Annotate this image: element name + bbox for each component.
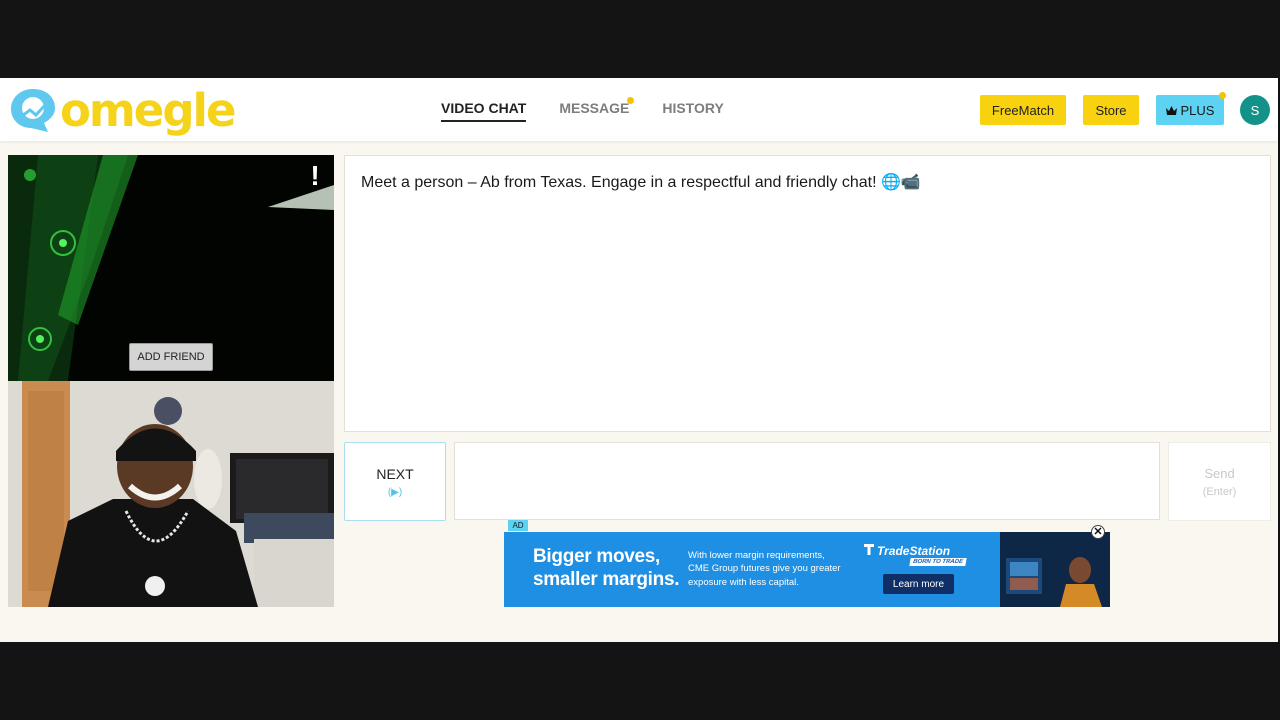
tab-history[interactable]: HISTORY — [662, 100, 723, 122]
next-label: NEXT — [376, 465, 414, 482]
ad-close-icon[interactable]: ✕ — [1091, 525, 1105, 539]
send-button[interactable]: Send (Enter) — [1168, 442, 1271, 521]
ad-body: With lower margin requirements, CME Grou… — [688, 549, 841, 589]
ad-body-line-1: With lower margin requirements, — [688, 550, 825, 561]
chat-log: Meet a person – Ab from Texas. Engage in… — [344, 155, 1271, 432]
ad-headline-line-2: smaller margins. — [533, 568, 680, 590]
add-friend-button[interactable]: ADD FRIEND — [129, 343, 213, 371]
message-notification-dot — [627, 97, 635, 104]
next-shortcut-hint: (▶) — [387, 486, 403, 498]
stranger-video: ! ADD FRIEND — [8, 155, 334, 381]
logo[interactable]: omegle — [8, 83, 236, 137]
ad-tag: AD — [508, 520, 528, 531]
send-shortcut-hint: (Enter) — [1202, 485, 1237, 498]
send-label: Send — [1204, 465, 1235, 481]
ad-body-line-2: CME Group futures give you greater — [688, 563, 841, 575]
ad-body-line-3: exposure with less capital. — [688, 576, 799, 588]
store-button[interactable]: Store — [1083, 95, 1139, 125]
message-input[interactable] — [454, 442, 1160, 520]
omegle-app: omegle VIDEO CHAT MESSAGE HISTORY FreeMa… — [0, 78, 1278, 642]
self-video — [8, 381, 334, 607]
ad-banner[interactable]: Bigger moves, smaller margins. With lowe… — [504, 532, 1110, 607]
plus-notification-dot — [1219, 92, 1226, 99]
ad-headline: Bigger moves, smaller margins. — [533, 546, 680, 592]
plus-label: PLUS — [1180, 102, 1215, 118]
header: omegle VIDEO CHAT MESSAGE HISTORY FreeMa… — [0, 78, 1278, 141]
ad-brand: TradeStation — [864, 544, 950, 558]
ad-brand-tagline: BORN TO TRADE — [909, 558, 967, 566]
plus-button[interactable]: PLUS — [1156, 92, 1226, 125]
letterbox-bottom — [0, 642, 1280, 720]
tab-message-label: MESSAGE — [559, 100, 630, 116]
crown-icon — [1165, 103, 1177, 118]
ad-brand-name: TradeStation — [877, 544, 951, 558]
omegle-logo-icon — [8, 86, 58, 134]
next-button[interactable]: NEXT (▶) — [344, 442, 446, 521]
self-video-frame — [8, 381, 334, 607]
ad-learn-more-button[interactable]: Learn more — [883, 574, 954, 594]
system-message: Meet a person – Ab from Texas. Engage in… — [361, 174, 921, 191]
main-nav: VIDEO CHAT MESSAGE HISTORY — [441, 97, 724, 122]
freematch-button[interactable]: FreeMatch — [980, 95, 1066, 125]
tab-message[interactable]: MESSAGE — [559, 97, 635, 122]
report-icon[interactable]: ! — [304, 161, 326, 191]
letterbox-top — [0, 0, 1280, 78]
logo-text: omegle — [60, 83, 236, 137]
tradestation-logo-icon — [864, 544, 874, 558]
ad-headline-line-1: Bigger moves, — [533, 546, 661, 567]
ad-photo — [1000, 532, 1110, 607]
avatar[interactable]: S — [1240, 95, 1270, 125]
tab-video-chat[interactable]: VIDEO CHAT — [441, 100, 527, 122]
